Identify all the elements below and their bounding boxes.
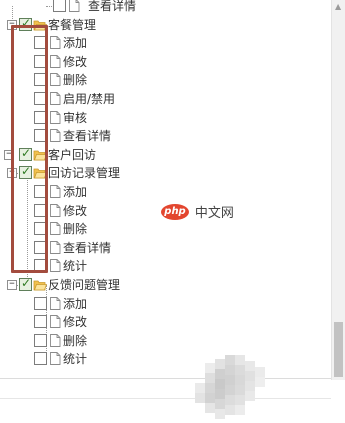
node-checkbox[interactable] xyxy=(34,296,47,310)
node-label: 统计 xyxy=(63,259,88,274)
tree-node-leaf[interactable]: 删除 xyxy=(0,71,330,89)
node-label: 反馈问题管理 xyxy=(48,278,121,292)
tree-node-group[interactable]: − ✓ 反馈问题管理 xyxy=(0,276,330,294)
php-cn-watermark: php 中文网 xyxy=(161,202,234,222)
node-label: 添加 xyxy=(63,185,88,199)
document-icon xyxy=(50,203,61,217)
node-label: 客餐管理 xyxy=(48,17,97,32)
node-checkbox[interactable] xyxy=(34,352,47,366)
node-label: 回访记录管理 xyxy=(48,166,121,181)
php-logo-icon: php xyxy=(161,203,189,220)
document-icon xyxy=(50,352,61,366)
tree-node-group[interactable]: − ✓ 客户回访 xyxy=(0,146,330,164)
node-label: 修改 xyxy=(63,315,88,330)
document-icon xyxy=(50,185,61,198)
document-icon xyxy=(50,296,61,310)
collapse-toggle-icon[interactable]: − xyxy=(7,280,17,290)
node-checkbox[interactable] xyxy=(34,333,47,347)
tree-node-leaf[interactable]: 添加 xyxy=(0,34,330,52)
document-icon xyxy=(50,259,61,273)
tree-node-group[interactable]: − ✓ 回访记录管理 xyxy=(0,164,330,182)
node-label: 删除 xyxy=(63,333,88,348)
node-label: 修改 xyxy=(63,54,88,69)
tree-node-leaf[interactable]: 查看详情 xyxy=(0,127,330,145)
folder-open-icon xyxy=(33,280,47,291)
tree-node-leaf[interactable]: 删除 xyxy=(0,332,330,350)
tree-node-group[interactable]: − ✓ 客餐管理 xyxy=(0,16,330,34)
node-label: 审核 xyxy=(63,110,88,125)
node-label: 删除 xyxy=(63,222,88,237)
scroll-up-arrow-icon[interactable]: ▲ xyxy=(335,2,341,11)
document-icon xyxy=(69,0,80,12)
document-icon xyxy=(50,73,61,87)
node-label: 统计 xyxy=(63,352,88,367)
tree-node-leaf[interactable]: 统计 xyxy=(0,257,330,275)
vertical-scrollbar[interactable]: ▲ xyxy=(331,0,345,380)
tree-connector-line xyxy=(46,6,52,7)
tree-node-leaf[interactable]: 修改 xyxy=(0,313,330,331)
document-icon xyxy=(50,333,61,347)
node-label: 修改 xyxy=(63,203,88,218)
node-label: 查看详情 xyxy=(63,240,112,255)
document-icon xyxy=(50,222,61,236)
node-label: 启用/禁用 xyxy=(63,92,116,106)
tree-node-leaf[interactable]: 删除 xyxy=(0,220,330,238)
pixelated-mosaic-overlay xyxy=(195,355,265,419)
node-checkbox[interactable] xyxy=(34,315,47,329)
tree-node-leaf[interactable]: 启用/禁用 xyxy=(0,90,330,108)
document-icon xyxy=(50,129,61,143)
node-label: 删除 xyxy=(63,73,88,88)
node-label: 查看详情 xyxy=(63,129,112,144)
tree-node-leaf[interactable]: 修改 xyxy=(0,53,330,71)
checkmark-icon: ✓ xyxy=(21,276,32,290)
tree-node-leaf[interactable]: 添加 xyxy=(0,295,330,313)
node-label: 添加 xyxy=(63,296,88,311)
node-label: 添加 xyxy=(63,36,88,51)
tree-node-leaf[interactable]: 添加 xyxy=(0,183,330,201)
node-label: 查看详情 xyxy=(88,0,137,13)
node-label: 客户回访 xyxy=(48,147,97,162)
document-icon xyxy=(50,36,61,50)
tree-node-leaf[interactable]: 查看详情 xyxy=(0,0,330,15)
document-icon xyxy=(50,54,61,68)
document-icon xyxy=(50,92,61,105)
node-checkbox[interactable] xyxy=(53,0,66,12)
document-icon xyxy=(50,110,61,124)
watermark-text: 中文网 xyxy=(194,206,234,221)
node-checkbox[interactable]: ✓ xyxy=(19,276,32,291)
permission-tree: 查看详情 − ✓ 客餐管理 添加 修改 删除 启用/禁用 审核 查看详情 − ✓ 客户回访 − ✓ 回访记录管… xyxy=(0,0,330,380)
tree-node-leaf[interactable]: 查看详情 xyxy=(0,239,330,257)
highlight-annotation-box xyxy=(11,25,48,273)
tree-node-leaf[interactable]: 审核 xyxy=(0,109,330,127)
document-icon xyxy=(50,240,61,254)
document-icon xyxy=(50,315,61,329)
